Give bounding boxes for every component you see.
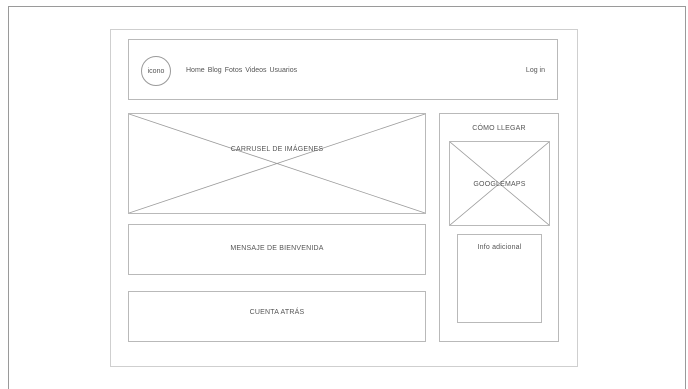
carousel-label: CARRUSEL DE IMÁGENES [230,146,324,153]
header-bar: icono Home Blog Fotos Videos Usuarios Lo… [128,39,558,100]
nav-usuarios[interactable]: Usuarios [270,67,298,74]
login-link[interactable]: Log in [526,67,545,74]
welcome-message-box: MENSAJE DE BIENVENIDA [128,224,426,275]
logo-icon[interactable]: icono [141,56,171,86]
main-nav: Home Blog Fotos Videos Usuarios [186,67,297,74]
google-map[interactable]: GOOGLEMAPS [449,141,550,226]
additional-info-box: Info adicional [457,234,542,323]
logo-label: icono [147,67,165,75]
image-carousel[interactable]: CARRUSEL DE IMÁGENES [128,113,426,214]
image-placeholder-icon [129,114,425,213]
countdown-box: CUENTA ATRÁS [128,291,426,342]
map-label: GOOGLEMAPS [473,181,526,188]
info-label: Info adicional [477,244,522,251]
nav-blog[interactable]: Blog [208,67,222,74]
nav-home[interactable]: Home [186,67,205,74]
directions-title: CÓMO LLEGAR [472,125,526,132]
welcome-label: MENSAJE DE BIENVENIDA [230,245,324,252]
nav-videos[interactable]: Videos [245,67,266,74]
nav-fotos[interactable]: Fotos [225,67,243,74]
countdown-label: CUENTA ATRÁS [249,309,305,316]
